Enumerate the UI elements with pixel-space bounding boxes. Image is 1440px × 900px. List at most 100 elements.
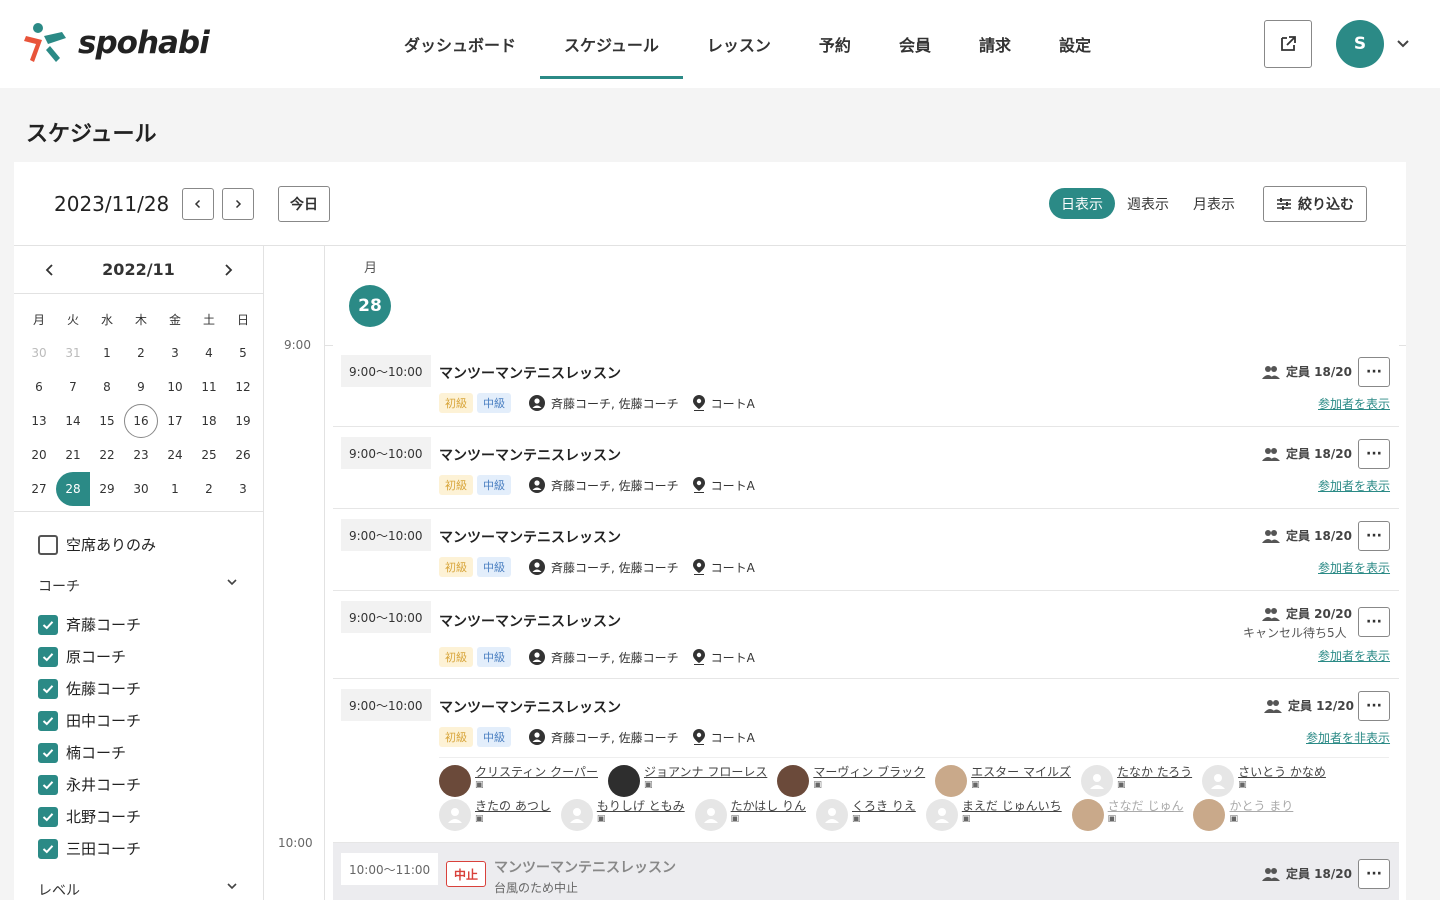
calendar-day[interactable]: 12 bbox=[226, 370, 260, 404]
calendar-day[interactable]: 20 bbox=[22, 438, 56, 472]
event-court: コートA bbox=[692, 477, 755, 494]
view-week-button[interactable]: 週表示 bbox=[1115, 188, 1181, 219]
event-menu-button[interactable]: ··· bbox=[1358, 859, 1390, 889]
calendar-day[interactable]: 23 bbox=[124, 438, 158, 472]
event-card[interactable]: 9:00〜10:00 マンツーマンテニスレッスン 初級 中級 斉藤コーチ, 佐藤コーチ コ… bbox=[333, 509, 1399, 591]
toggle-participants-link[interactable]: 参加者を非表示 bbox=[1306, 729, 1390, 746]
calendar-day[interactable]: 16 bbox=[124, 404, 158, 438]
calendar-day[interactable]: 30 bbox=[22, 336, 56, 370]
today-button[interactable]: 今日 bbox=[278, 186, 330, 222]
participant[interactable]: ジョアンナ フローレス ▣ bbox=[607, 765, 767, 797]
calendar-day[interactable]: 10 bbox=[158, 370, 192, 404]
coach-checkbox[interactable]: 田中コーチ bbox=[38, 710, 141, 731]
coach-checkbox[interactable]: 三田コーチ bbox=[38, 838, 141, 859]
participant[interactable]: マーヴィン ブラック ▣ bbox=[777, 765, 925, 797]
view-month-button[interactable]: 月表示 bbox=[1181, 188, 1247, 219]
calendar-day[interactable]: 9 bbox=[124, 370, 158, 404]
coach-checkbox[interactable]: 斉藤コーチ bbox=[38, 614, 141, 635]
toggle-participants-link[interactable]: 参加者を表示 bbox=[1318, 395, 1390, 412]
event-menu-button[interactable]: ··· bbox=[1358, 439, 1390, 469]
calendar-day[interactable]: 27 bbox=[22, 472, 56, 506]
calendar-day[interactable]: 26 bbox=[226, 438, 260, 472]
vacancy-only-checkbox[interactable]: 空席ありのみ bbox=[38, 534, 156, 555]
participant-status-icons: ▣ bbox=[730, 814, 740, 824]
participant[interactable]: たかはし りん ▣ bbox=[694, 799, 806, 831]
nav-members[interactable]: 会員 bbox=[875, 0, 955, 88]
participant[interactable]: さいとう かなめ ▣ bbox=[1202, 765, 1326, 797]
coach-checkbox[interactable]: 原コーチ bbox=[38, 646, 126, 667]
user-avatar[interactable]: S bbox=[1336, 20, 1384, 68]
calendar-day[interactable]: 19 bbox=[226, 404, 260, 438]
event-menu-button[interactable]: ··· bbox=[1358, 691, 1390, 721]
calendar-day[interactable]: 2 bbox=[124, 336, 158, 370]
calendar-day[interactable]: 5 bbox=[226, 336, 260, 370]
calendar-day[interactable]: 11 bbox=[192, 370, 226, 404]
calendar-day[interactable]: 1 bbox=[158, 472, 192, 506]
toggle-participants-link[interactable]: 参加者を表示 bbox=[1318, 647, 1390, 664]
calendar-day[interactable]: 28 bbox=[56, 472, 90, 506]
nav-lessons[interactable]: レッスン bbox=[683, 0, 795, 88]
event-card[interactable]: 9:00〜10:00 マンツーマンテニスレッスン 初級 中級 斉藤コーチ, 佐藤コーチ コ… bbox=[333, 427, 1399, 509]
nav-schedule[interactable]: スケジュール bbox=[540, 0, 683, 88]
view-day-button[interactable]: 日表示 bbox=[1049, 188, 1115, 219]
level-section-toggle[interactable]: レベル bbox=[38, 880, 238, 900]
participant[interactable]: たなか たろう ▣ bbox=[1080, 765, 1192, 797]
calendar-day[interactable]: 31 bbox=[56, 336, 90, 370]
toggle-participants-link[interactable]: 参加者を表示 bbox=[1318, 477, 1390, 494]
event-menu-button[interactable]: ··· bbox=[1358, 357, 1390, 387]
calendar-day[interactable]: 13 bbox=[22, 404, 56, 438]
coach-checkbox[interactable]: 佐藤コーチ bbox=[38, 678, 141, 699]
nav-dashboard[interactable]: ダッシュボード bbox=[380, 0, 540, 88]
prev-day-button[interactable] bbox=[182, 188, 214, 220]
participant[interactable]: さなだ じゅん ▣ bbox=[1071, 799, 1183, 831]
participant[interactable]: もりしげ ともみ ▣ bbox=[560, 799, 685, 831]
calendar-day[interactable]: 8 bbox=[90, 370, 124, 404]
event-card[interactable]: 9:00〜10:00 マンツーマンテニスレッスン 初級 中級 斉藤コーチ, 佐藤コーチ コ… bbox=[333, 591, 1399, 679]
calendar-day[interactable]: 7 bbox=[56, 370, 90, 404]
event-menu-button[interactable]: ··· bbox=[1358, 521, 1390, 551]
nav-reservations[interactable]: 予約 bbox=[795, 0, 875, 88]
event-menu-button[interactable]: ··· bbox=[1358, 607, 1390, 637]
toggle-participants-link[interactable]: 参加者を表示 bbox=[1318, 559, 1390, 576]
brand-logo[interactable]: spohabi bbox=[24, 22, 210, 64]
event-card[interactable]: 9:00〜10:00 マンツーマンテニスレッスン 初級 中級 斉藤コーチ, 佐藤コーチ コ… bbox=[333, 679, 1399, 843]
filter-button[interactable]: 絞り込む bbox=[1263, 186, 1367, 222]
calendar-day[interactable]: 2 bbox=[192, 472, 226, 506]
participant[interactable]: きたの あつし ▣ bbox=[439, 799, 551, 831]
level-tag-beginner: 初級 bbox=[439, 647, 473, 667]
calendar-day[interactable]: 29 bbox=[90, 472, 124, 506]
coach-section-toggle[interactable]: コーチ bbox=[38, 576, 238, 596]
participant[interactable]: クリスティン クーパー ▣ bbox=[439, 765, 598, 797]
calendar-day[interactable]: 17 bbox=[158, 404, 192, 438]
calendar-day[interactable]: 21 bbox=[56, 438, 90, 472]
calendar-day[interactable]: 3 bbox=[158, 336, 192, 370]
calendar-day[interactable]: 25 bbox=[192, 438, 226, 472]
calendar-day[interactable]: 14 bbox=[56, 404, 90, 438]
nav-settings[interactable]: 設定 bbox=[1035, 0, 1115, 88]
account-menu-chevron-icon[interactable] bbox=[1396, 36, 1410, 55]
coach-checkbox[interactable]: 北野コーチ bbox=[38, 806, 141, 827]
calendar-day[interactable]: 22 bbox=[90, 438, 124, 472]
coach-checkbox[interactable]: 永井コーチ bbox=[38, 774, 141, 795]
calendar-day[interactable]: 4 bbox=[192, 336, 226, 370]
calendar-day[interactable]: 30 bbox=[124, 472, 158, 506]
calendar-day[interactable]: 24 bbox=[158, 438, 192, 472]
coach-checkbox[interactable]: 楠コーチ bbox=[38, 742, 126, 763]
participant[interactable]: エスター マイルズ ▣ bbox=[935, 765, 1071, 797]
calendar-day[interactable]: 15 bbox=[90, 404, 124, 438]
day-number-badge[interactable]: 28 bbox=[349, 285, 391, 327]
calendar-day[interactable]: 1 bbox=[90, 336, 124, 370]
participant[interactable]: くろき りえ ▣ bbox=[816, 799, 916, 831]
calendar-day[interactable]: 18 bbox=[192, 404, 226, 438]
coach-names: 斉藤コーチ, 佐藤コーチ bbox=[551, 650, 679, 665]
external-link-button[interactable] bbox=[1264, 20, 1312, 68]
calendar-day[interactable]: 6 bbox=[22, 370, 56, 404]
nav-billing[interactable]: 請求 bbox=[955, 0, 1035, 88]
calendar-day[interactable]: 3 bbox=[226, 472, 260, 506]
participant[interactable]: まえだ じゅんいち ▣ bbox=[925, 799, 1062, 831]
event-card[interactable]: 9:00〜10:00 マンツーマンテニスレッスン 初級 中級 斉藤コーチ, 佐藤コーチ コ… bbox=[333, 345, 1399, 427]
participant[interactable]: かとう まり ▣ bbox=[1193, 799, 1293, 831]
calendar-next-month-icon[interactable] bbox=[222, 262, 234, 281]
next-day-button[interactable] bbox=[222, 188, 254, 220]
cancelled-event-card[interactable]: 10:00〜11:00 中止 マンツーマンテニスレッスン 台風のため中止 定員 … bbox=[333, 843, 1399, 900]
